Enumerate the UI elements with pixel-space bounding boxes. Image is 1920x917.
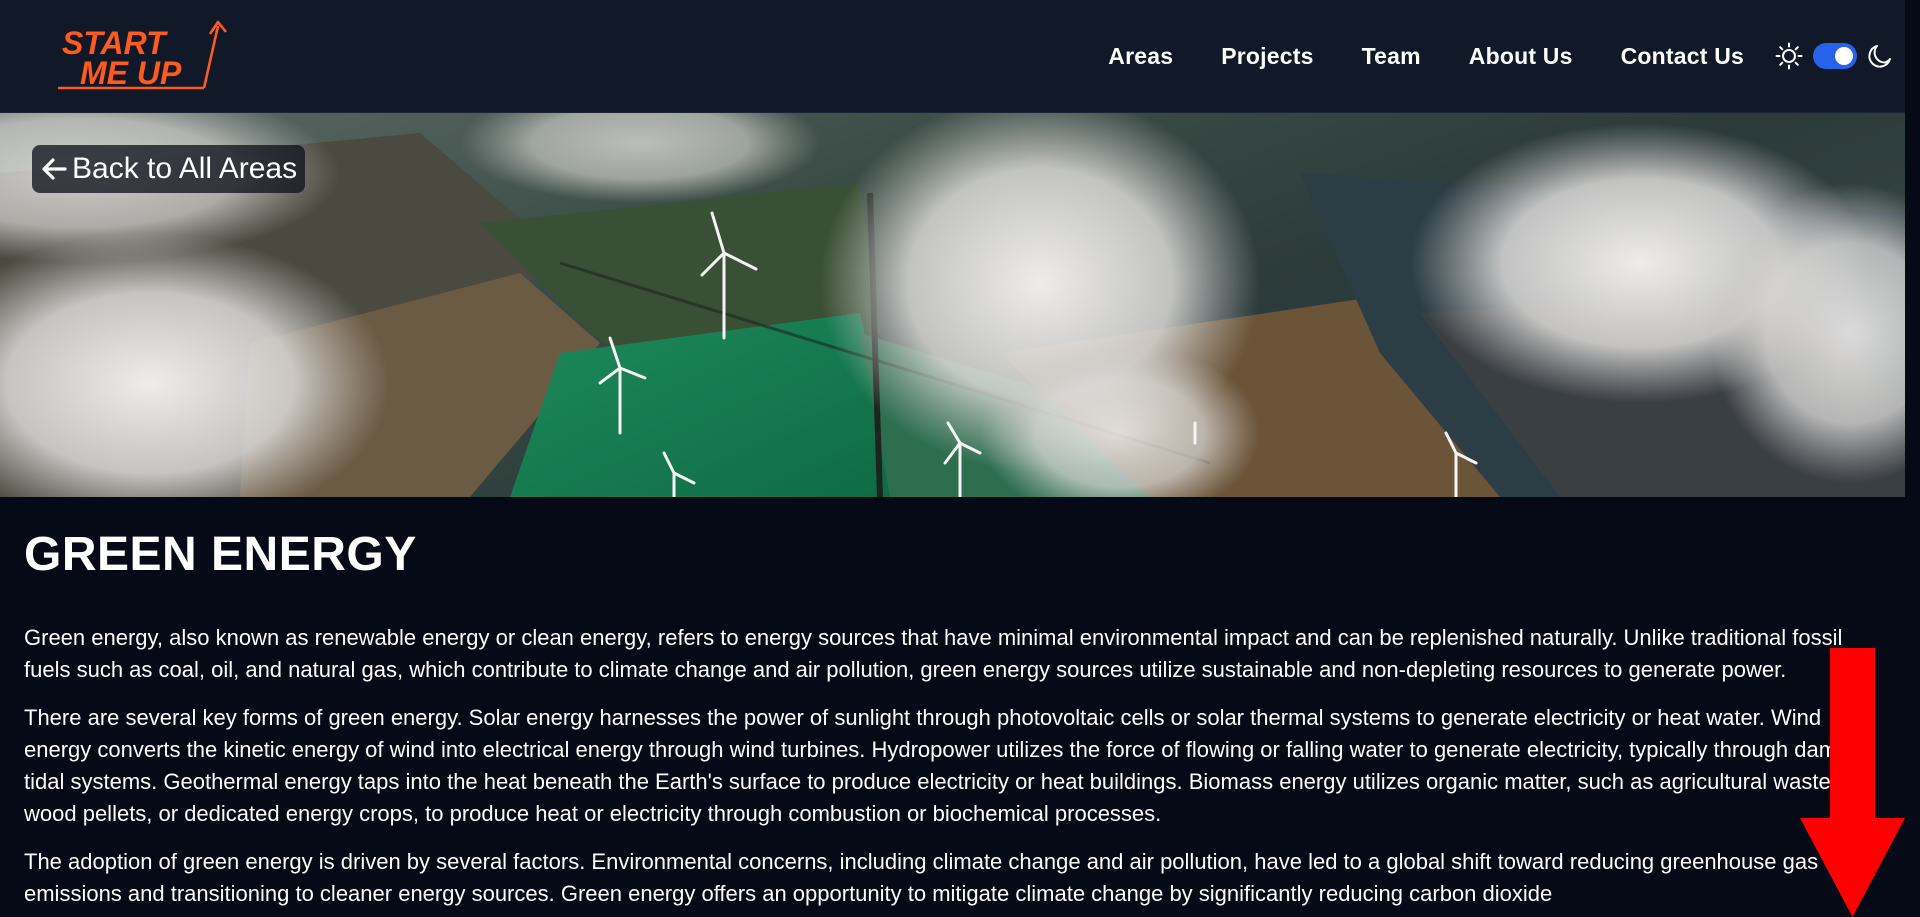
logo-graphic: START ME UP <box>58 20 228 91</box>
nav-link-contact-us[interactable]: Contact Us <box>1621 43 1744 70</box>
forms-paragraph: There are several key forms of green ene… <box>24 704 1874 826</box>
hero-banner: Back to All Areas <box>0 113 1905 497</box>
logo-text-line2: ME UP <box>80 55 182 91</box>
page-scroll-gutter <box>1905 0 1920 917</box>
back-button-label: Back to All Areas <box>72 152 298 185</box>
theme-toggle <box>1775 40 1893 72</box>
page-title: GREEN ENERGY <box>24 528 417 581</box>
main-nav: Areas Projects Team About Us Contact Us <box>1108 0 1744 113</box>
start-me-up-logo[interactable]: START ME UP <box>54 18 229 94</box>
nav-link-team[interactable]: Team <box>1362 43 1421 70</box>
nav-link-projects[interactable]: Projects <box>1221 43 1313 70</box>
arrow-left-icon <box>40 155 68 183</box>
moon-icon <box>1867 43 1893 69</box>
theme-switch[interactable] <box>1813 43 1857 69</box>
nav-link-areas[interactable]: Areas <box>1108 43 1173 70</box>
theme-switch-knob <box>1835 47 1853 65</box>
intro-paragraph: Green energy, also known as renewable en… <box>24 624 1843 682</box>
adoption-paragraph: The adoption of green energy is driven b… <box>24 848 1819 906</box>
back-to-all-areas-button[interactable]: Back to All Areas <box>32 145 306 193</box>
sun-icon <box>1775 42 1803 70</box>
nav-link-about-us[interactable]: About Us <box>1469 43 1573 70</box>
arrow-down-icon <box>1800 648 1905 917</box>
area-content: GREEN ENERGY Green energy, also known as… <box>24 497 1884 910</box>
navbar: START ME UP Areas Projects Team About Us… <box>0 0 1920 113</box>
